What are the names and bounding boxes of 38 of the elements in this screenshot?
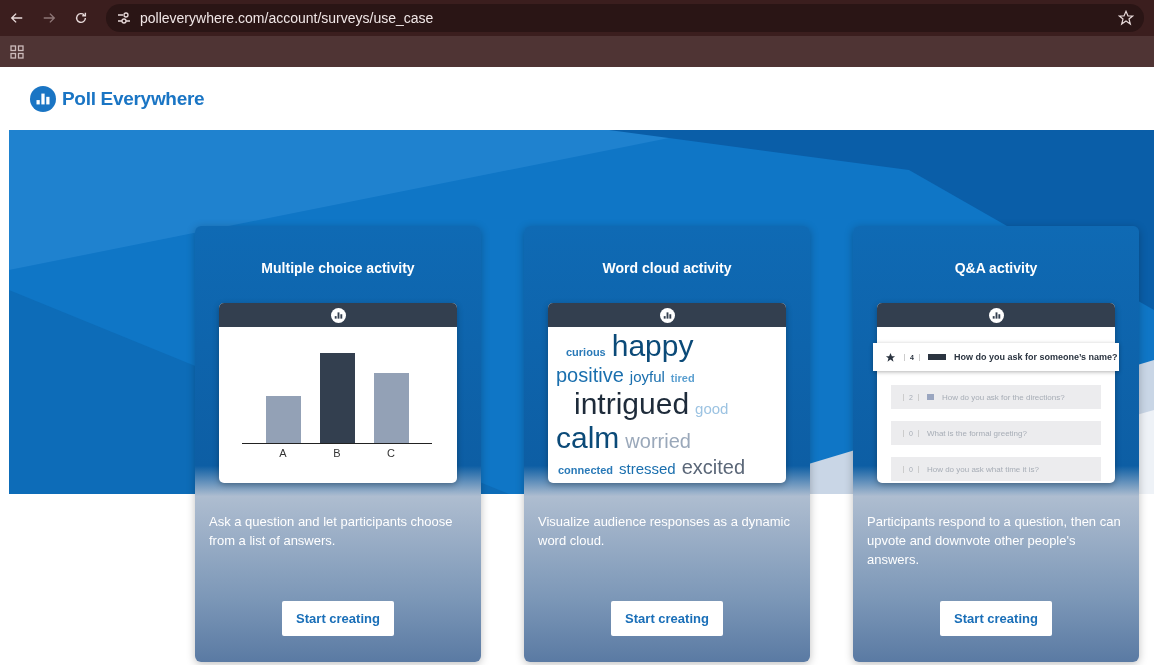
cloud-word: curious: [566, 346, 606, 359]
address-bar[interactable]: polleverywhere.com/account/surveys/use_case: [106, 4, 1144, 32]
reload-icon[interactable]: [74, 11, 88, 25]
cloud-word: tired: [670, 371, 695, 385]
cloud-word: positive: [556, 363, 624, 387]
apps-icon[interactable]: [10, 44, 24, 59]
bar-label: C: [386, 447, 396, 459]
logo-icon: [330, 307, 346, 323]
cloud-word: worried: [625, 430, 691, 453]
cloud-word: stressed: [619, 459, 676, 477]
card-description: Visualize audience responses as a dynamic word cloud.: [538, 513, 791, 550]
question-text: How do you ask for someone’s name?: [953, 352, 1118, 362]
cloud-word: calm: [556, 421, 620, 456]
card-title: Q&A activity: [954, 260, 1038, 276]
logo-icon: [30, 85, 56, 112]
forward-icon[interactable]: [42, 11, 56, 25]
start-creating-button[interactable]: Start creating: [282, 601, 394, 636]
site-settings-icon[interactable]: [116, 10, 132, 26]
card-title: Word cloud activity: [602, 260, 732, 276]
card-description: Participants respond to a question, then can upvote and downvote other people's answers.: [867, 513, 1122, 569]
logo-text[interactable]: Poll Everywhere: [62, 87, 205, 110]
cloud-word: joyful: [629, 367, 665, 385]
start-creating-button[interactable]: Start creating: [940, 601, 1052, 636]
cloud-word: intrigued: [574, 386, 690, 421]
logo-icon: [659, 307, 675, 323]
cloud-word: happy: [611, 329, 694, 364]
card-title: Multiple choice activity: [261, 260, 415, 276]
star-icon: [885, 351, 896, 363]
cloud-word: connected: [558, 463, 613, 477]
bookmark-star-icon[interactable]: [1118, 10, 1134, 26]
card-description: Ask a question and let participants choose from a list of answers.: [209, 513, 454, 550]
bar-label: A: [278, 447, 288, 459]
cloud-word: good: [695, 399, 729, 417]
logo-icon: [988, 307, 1004, 323]
start-creating-button[interactable]: Start creating: [611, 601, 723, 636]
back-icon[interactable]: [10, 11, 24, 25]
bar-label: B: [332, 447, 342, 459]
cloud-word: excited: [681, 455, 746, 479]
